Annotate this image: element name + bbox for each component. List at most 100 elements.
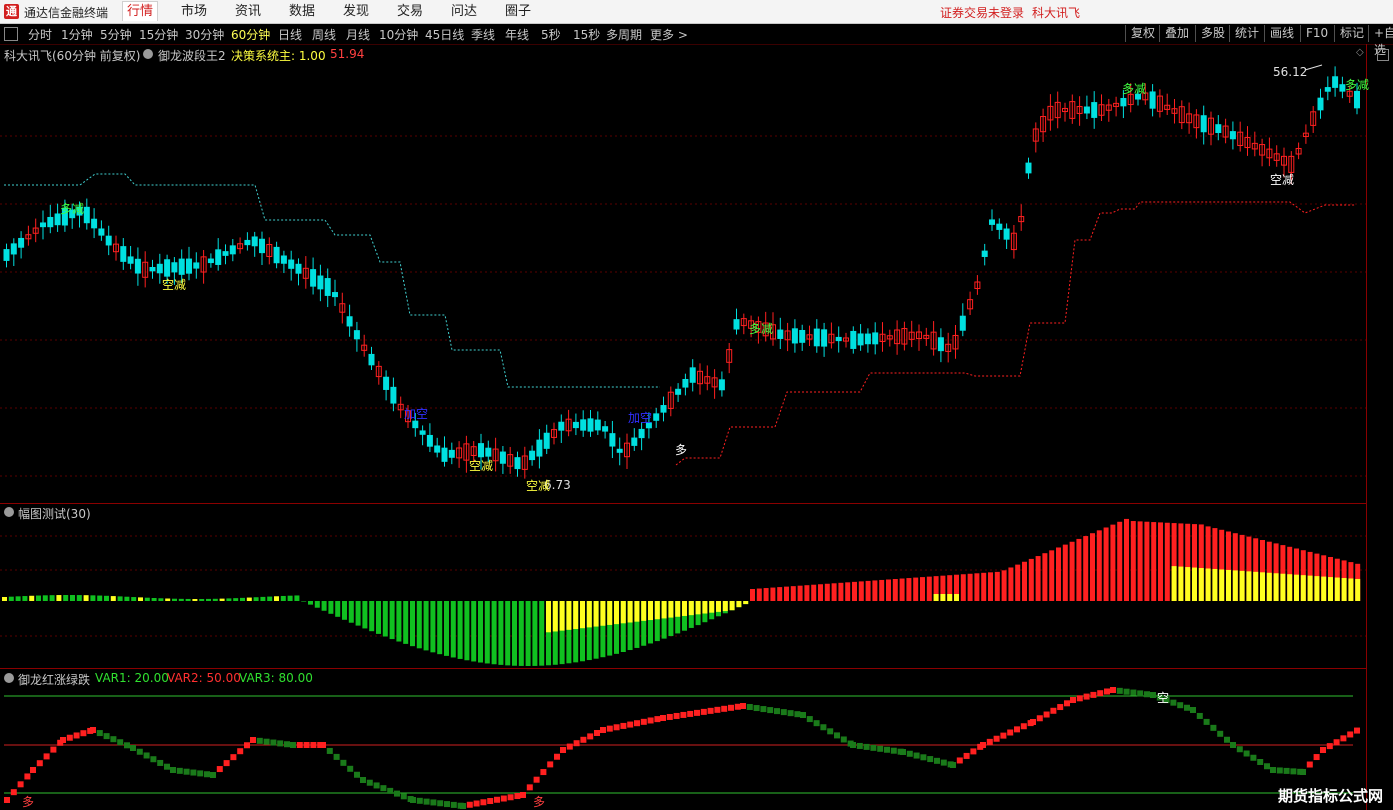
panel-side-icon[interactable]: [1377, 49, 1389, 61]
width-bar: [1144, 521, 1150, 601]
add-watchlist-button[interactable]: +自选: [1368, 25, 1393, 57]
width-bar: [396, 601, 402, 642]
width-bar-overlay: [1226, 569, 1231, 601]
candle-body: [864, 333, 871, 345]
oscillator-point: [1196, 712, 1203, 719]
candle-body: [207, 258, 214, 264]
width-bar-overlay: [1185, 567, 1191, 601]
oscillator-point: [566, 743, 573, 750]
width-bar-overlay: [947, 594, 953, 601]
oscillator-point: [1283, 767, 1290, 774]
candle-body: [959, 315, 966, 331]
oscillator-point: [547, 761, 554, 768]
oscillator-point: [560, 747, 566, 753]
oscillator-point: [303, 742, 310, 748]
candle-body: [857, 333, 864, 346]
oscillator-point: [1333, 739, 1340, 746]
width-bar: [464, 601, 470, 661]
oscillator-point: [1264, 763, 1270, 770]
width-bar-overlay: [1219, 569, 1225, 601]
width-bar: [1001, 570, 1007, 601]
width-bar: [824, 583, 830, 601]
candle-body: [989, 219, 995, 225]
width-bar-overlay: [1334, 577, 1340, 601]
oscillator-point: [890, 747, 897, 754]
oscillator-point: [90, 727, 96, 733]
width-bar-overlay: [1348, 578, 1354, 601]
width-bar: [423, 601, 429, 651]
candle-body: [251, 236, 258, 247]
oscillator-point: [856, 742, 863, 749]
oscillator-point: [244, 742, 250, 749]
oscillator-point: [250, 737, 256, 743]
oscillator-point: [480, 799, 487, 806]
oscillator-point: [1276, 767, 1283, 774]
width-bar: [178, 598, 184, 601]
oscillator-point: [157, 759, 164, 766]
oscillator-point: [270, 739, 277, 746]
candle-body: [1025, 162, 1032, 174]
oscillator-point: [210, 772, 216, 778]
oscillator-point: [884, 746, 890, 753]
width-bar-overlay: [648, 601, 653, 621]
width-bar: [1103, 527, 1109, 601]
oscillator-point: [43, 753, 50, 760]
candle-body: [660, 405, 667, 413]
candle-body: [127, 256, 134, 264]
width-bar: [158, 598, 164, 601]
candle-body: [10, 243, 17, 255]
oscillator-point: [1190, 707, 1196, 713]
candle-body: [558, 421, 565, 431]
oscillator-point: [840, 736, 847, 743]
candle-body: [91, 218, 98, 229]
oscillator-point: [487, 798, 494, 805]
width-bar: [260, 596, 266, 601]
oscillator-point: [4, 797, 10, 803]
width-bar-overlay: [1232, 570, 1238, 601]
width-bar-overlay: [1287, 574, 1293, 601]
oscillator-point: [950, 762, 956, 768]
candle-body: [718, 379, 725, 391]
width-bar-overlay: [709, 601, 715, 613]
width-bar: [532, 601, 538, 666]
oscillator-point: [1123, 688, 1130, 695]
signal-label: 多减: [1122, 82, 1147, 96]
width-bar: [988, 572, 993, 601]
width-bar: [321, 601, 327, 611]
signal-label: 空减: [526, 479, 551, 493]
oscillator-point: [863, 743, 870, 750]
oscillator-point: [1300, 769, 1306, 775]
oscillator-point: [746, 704, 753, 711]
candle-body: [310, 269, 317, 287]
oscillator-point: [740, 703, 746, 709]
candle-body: [821, 329, 828, 347]
candle-body: [1003, 228, 1010, 240]
oscillator-point: [10, 789, 17, 796]
candle-body: [156, 263, 163, 274]
candle-body: [536, 439, 543, 457]
candle-body: [178, 258, 185, 275]
width-bar: [852, 581, 857, 601]
oscillator-point: [514, 793, 521, 800]
candle-body: [390, 386, 397, 404]
candle-body: [478, 443, 484, 458]
oscillator-point: [1177, 702, 1184, 709]
candle-body: [835, 336, 842, 342]
candle-body: [791, 328, 798, 344]
width-bar: [389, 601, 395, 640]
oscillator-point: [263, 738, 270, 745]
oscillator-point: [627, 721, 634, 728]
width-bar-overlay: [688, 601, 694, 616]
width-bar: [879, 579, 885, 601]
width-bar-overlay: [566, 601, 572, 630]
width-bar: [83, 595, 89, 601]
candle-body: [288, 259, 295, 269]
oscillator-point: [66, 734, 73, 741]
candle-body: [689, 367, 696, 383]
width-bar-overlay: [607, 601, 613, 625]
oscillator-point: [794, 711, 801, 718]
candle-body: [616, 448, 623, 453]
signal-label: 多: [675, 443, 688, 457]
width-bar: [804, 585, 810, 601]
width-bar-overlay: [933, 594, 939, 601]
